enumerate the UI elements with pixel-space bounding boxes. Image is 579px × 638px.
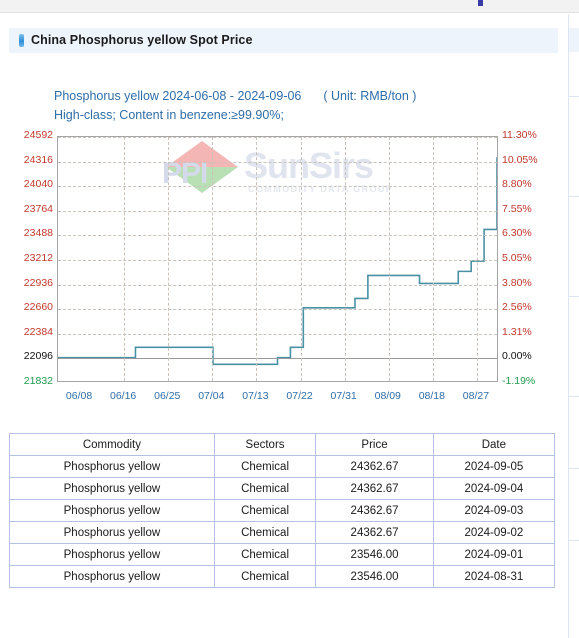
column-header-price: Price (315, 433, 434, 456)
table-row[interactable]: Phosphorus yellow Chemical 24362.67 2024-09… (9, 455, 556, 478)
column-header-sectors: Sectors (213, 433, 317, 456)
table-header-row: Commodity Sectors Price Date (9, 433, 556, 456)
y-axis-left-tick-label: 24316 (23, 153, 53, 166)
right-panel-divider (569, 468, 579, 469)
y-axis-left-tick-label: 21832 (23, 375, 53, 387)
y-axis-right-tick-label: 2.56% (502, 301, 532, 314)
y-axis-left-tick-label: 23764 (23, 202, 53, 215)
gridline-vertical (388, 137, 390, 381)
cell-date: 2024-09-03 (432, 499, 556, 522)
y-axis-right-tick-label: 11.30% (502, 129, 537, 141)
x-axis-tick-label: 08/27 (462, 390, 490, 402)
chart-title-main: Phosphorus yellow 2024-06-08 - 2024-09-0… (54, 89, 302, 103)
cell-sectors: Chemical (213, 543, 317, 566)
x-axis-tick-label: 08/18 (418, 390, 445, 402)
cell-commodity: Phosphorus yellow (9, 455, 215, 478)
chart-plot-area: PPI SunSirs COMMODITY DATA GROUP (57, 136, 498, 382)
cell-date: 2024-09-05 (432, 455, 556, 478)
gridline-vertical (432, 137, 434, 381)
right-panel-divider (569, 96, 579, 97)
x-axis-tick-label: 07/13 (242, 390, 269, 402)
section-header-bar: China Phosphorus yellow Spot Price (9, 28, 558, 53)
y-axis-left-tick-label: 22096 (23, 350, 53, 363)
y-axis-right-tick-label: 1.31% (502, 325, 532, 338)
cell-commodity: Phosphorus yellow (9, 543, 215, 566)
top-chrome-strip (0, 0, 579, 13)
y-axis-left-tick-label: 24592 (23, 129, 53, 141)
cell-date: 2024-09-04 (432, 477, 556, 500)
cell-sectors: Chemical (213, 521, 317, 544)
gridline-vertical (124, 137, 126, 381)
clipped-top-element (478, 0, 483, 6)
right-side-panel (568, 14, 579, 638)
x-axis-tick-label: 06/08 (65, 390, 93, 402)
cell-price: 23546.00 (315, 565, 434, 588)
cell-sectors: Chemical (213, 499, 317, 522)
cell-price: 23546.00 (315, 543, 434, 566)
cell-price: 24362.67 (315, 477, 434, 500)
chart-title-unit: ( Unit: RMB/ton ) (323, 89, 417, 103)
gridline-vertical (212, 137, 214, 381)
cell-price: 24362.67 (315, 455, 434, 478)
chart-subtitle: High-class; Content in benzene:≥99.90%; (54, 108, 284, 122)
table-row[interactable]: Phosphorus yellow Chemical 23546.00 2024-09… (9, 543, 556, 566)
cell-commodity: Phosphorus yellow (9, 499, 215, 522)
cell-date: 2024-08-31 (432, 565, 556, 588)
x-axis-tick-label: 06/16 (110, 390, 137, 402)
y-axis-left-tick-label: 22660 (23, 301, 53, 314)
table-row[interactable]: Phosphorus yellow Chemical 24362.67 2024-09… (9, 521, 556, 544)
y-axis-right-tick-label: 5.05% (502, 252, 532, 264)
y-axis-left-tick-label: 23212 (23, 252, 53, 264)
right-panel-divider (569, 540, 579, 541)
y-axis-right: 11.30% 10.05% 8.80% 7.55% 6.30% 5.05% 3.80% 2.5… (502, 129, 558, 387)
cell-commodity: Phosphorus yellow (9, 521, 215, 544)
right-panel-divider (569, 196, 579, 197)
cell-price: 24362.67 (315, 521, 434, 544)
y-axis-right-tick-label: -1.19% (502, 375, 536, 387)
gridline-vertical (344, 137, 346, 381)
right-panel-divider (569, 296, 579, 297)
cell-date: 2024-09-01 (432, 543, 556, 566)
x-axis-tick-label: 07/22 (286, 390, 313, 402)
right-side-panel-header (569, 28, 579, 52)
y-axis-right-tick-label: 3.80% (502, 276, 532, 289)
gridline-vertical (256, 137, 258, 381)
right-panel-divider (569, 396, 579, 397)
y-axis-left-tick-label: 24040 (23, 178, 53, 191)
y-axis-left: 24592 24316 24040 23764 23488 23212 22936 22660… (9, 129, 53, 387)
table-row[interactable]: Phosphorus yellow Chemical 24362.67 2024-09… (9, 477, 556, 500)
gridline-vertical (300, 137, 302, 381)
y-axis-right-tick-label: 8.80% (502, 178, 532, 191)
gridline-vertical (476, 137, 478, 381)
price-history-table: Commodity Sectors Price Date Phosphorus … (9, 433, 556, 588)
column-header-commodity: Commodity (9, 433, 215, 456)
cell-commodity: Phosphorus yellow (9, 477, 215, 500)
x-axis-tick-label: 07/04 (198, 390, 225, 402)
price-chart: Phosphorus yellow 2024-06-08 - 2024-09-0… (9, 60, 558, 415)
table-row[interactable]: Phosphorus yellow Chemical 23546.00 2024-08… (9, 565, 556, 588)
cell-date: 2024-09-02 (432, 521, 556, 544)
y-axis-right-tick-label: 6.30% (502, 227, 532, 240)
y-axis-right-tick-label: 10.05% (502, 153, 538, 166)
cell-commodity: Phosphorus yellow (9, 565, 215, 588)
gridline-vertical (168, 137, 170, 381)
column-header-date: Date (432, 433, 556, 456)
y-axis-right-tick-label: 0.00% (502, 350, 532, 363)
bullet-marker-icon (19, 34, 24, 47)
table-row[interactable]: Phosphorus yellow Chemical 24362.67 2024-09… (9, 499, 556, 522)
y-axis-right-tick-label: 7.55% (502, 202, 532, 215)
cell-sectors: Chemical (213, 455, 317, 478)
x-axis-tick-label: 08/09 (374, 390, 401, 402)
page-title: China Phosphorus yellow Spot Price (31, 33, 253, 47)
chart-title: Phosphorus yellow 2024-06-08 - 2024-09-0… (54, 89, 416, 103)
cell-sectors: Chemical (213, 565, 317, 588)
y-axis-left-tick-label: 22384 (23, 325, 53, 338)
x-axis-tick-label: 07/31 (330, 390, 357, 402)
cell-sectors: Chemical (213, 477, 317, 500)
y-axis-left-tick-label: 23488 (23, 227, 53, 240)
y-axis-left-tick-label: 22936 (23, 276, 53, 289)
cell-price: 24362.67 (315, 499, 434, 522)
x-axis-tick-label: 06/25 (154, 390, 181, 402)
